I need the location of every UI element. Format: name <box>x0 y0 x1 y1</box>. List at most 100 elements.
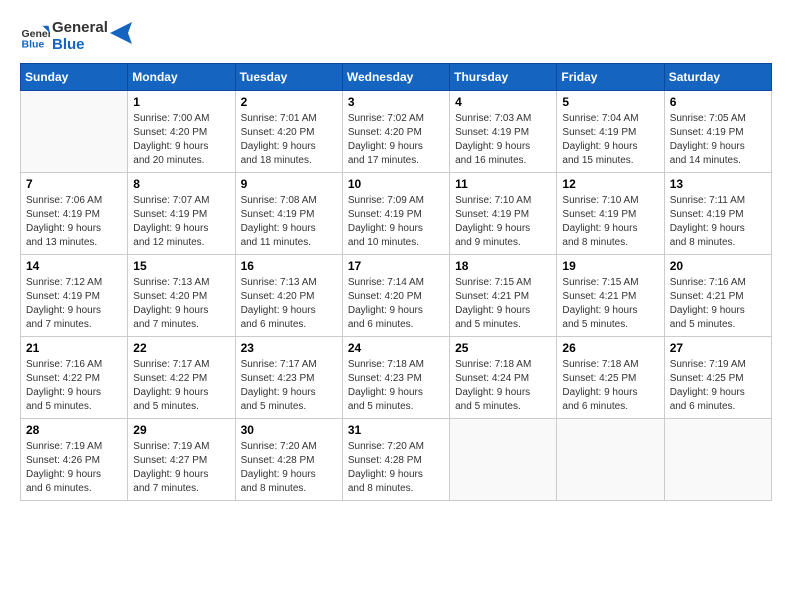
calendar-cell: 8 Sunrise: 7:07 AMSunset: 4:19 PMDaylight… <box>128 173 235 255</box>
day-info: Sunrise: 7:01 AMSunset: 4:20 PMDaylight:… <box>241 112 337 168</box>
calendar-cell: 5 Sunrise: 7:04 AMSunset: 4:19 PMDaylight… <box>557 91 664 173</box>
weekday-header-monday: Monday <box>128 64 235 91</box>
day-info: Sunrise: 7:10 AMSunset: 4:19 PMDaylight:… <box>562 194 658 250</box>
weekday-header-sunday: Sunday <box>21 64 128 91</box>
calendar-cell: 11Sunrise: 7:10 AMSunset: 4:19 PMDayligh… <box>450 173 557 255</box>
calendar-cell: 28 Sunrise: 7:19 AMSunset: 4:26 PMDayligh… <box>21 419 128 501</box>
calendar-cell: 1Sunrise: 7:00 AMSunset: 4:20 PMDaylight… <box>128 91 235 173</box>
day-number: 23 <box>241 341 337 355</box>
day-number: 6 <box>670 95 766 109</box>
day-info: Sunrise: 7:19 AMSunset: 4:27 PMDaylight:… <box>133 440 229 496</box>
calendar-cell: 6 Sunrise: 7:05 AMSunset: 4:19 PMDaylight… <box>664 91 771 173</box>
day-info: Sunrise: 7:19 AMSunset: 4:26 PMDaylight:… <box>26 440 122 496</box>
calendar-cell: 31 Sunrise: 7:20 AMSunset: 4:28 PMDayligh… <box>342 419 449 501</box>
day-number: 10 <box>348 177 444 191</box>
calendar-body: 1Sunrise: 7:00 AMSunset: 4:20 PMDaylight… <box>21 91 772 501</box>
day-number: 17 <box>348 259 444 273</box>
day-info: Sunrise: 7:04 AMSunset: 4:19 PMDaylight:… <box>562 112 658 168</box>
calendar-cell: 2 Sunrise: 7:01 AMSunset: 4:20 PMDaylight… <box>235 91 342 173</box>
day-info: Sunrise: 7:09 AMSunset: 4:19 PMDaylight:… <box>348 194 444 250</box>
day-number: 15 <box>133 259 229 273</box>
day-number: 27 <box>670 341 766 355</box>
day-number: 16 <box>241 259 337 273</box>
day-number: 30 <box>241 423 337 437</box>
day-number: 24 <box>348 341 444 355</box>
day-number: 21 <box>26 341 122 355</box>
day-info: Sunrise: 7:08 AMSunset: 4:19 PMDaylight:… <box>241 194 337 250</box>
calendar-week-row: 28 Sunrise: 7:19 AMSunset: 4:26 PMDayligh… <box>21 419 772 501</box>
calendar-cell: 14Sunrise: 7:12 AMSunset: 4:19 PMDayligh… <box>21 255 128 337</box>
logo: General Blue General Blue <box>20 20 132 53</box>
day-info: Sunrise: 7:15 AMSunset: 4:21 PMDaylight:… <box>455 276 551 332</box>
day-number: 28 <box>26 423 122 437</box>
day-info: Sunrise: 7:20 AMSunset: 4:28 PMDaylight:… <box>241 440 337 496</box>
calendar-cell <box>664 419 771 501</box>
calendar-cell: 18Sunrise: 7:15 AMSunset: 4:21 PMDayligh… <box>450 255 557 337</box>
day-info: Sunrise: 7:13 AMSunset: 4:20 PMDaylight:… <box>133 276 229 332</box>
day-number: 8 <box>133 177 229 191</box>
calendar-week-row: 7 Sunrise: 7:06 AMSunset: 4:19 PMDaylight… <box>21 173 772 255</box>
day-info: Sunrise: 7:00 AMSunset: 4:20 PMDaylight:… <box>133 112 229 168</box>
day-info: Sunrise: 7:06 AMSunset: 4:19 PMDaylight:… <box>26 194 122 250</box>
day-info: Sunrise: 7:16 AMSunset: 4:22 PMDaylight:… <box>26 358 122 414</box>
calendar-cell: 20 Sunrise: 7:16 AMSunset: 4:21 PMDayligh… <box>664 255 771 337</box>
day-number: 2 <box>241 95 337 109</box>
calendar-cell: 21 Sunrise: 7:16 AMSunset: 4:22 PMDayligh… <box>21 337 128 419</box>
calendar-cell: 25 Sunrise: 7:18 AMSunset: 4:24 PMDayligh… <box>450 337 557 419</box>
day-info: Sunrise: 7:20 AMSunset: 4:28 PMDaylight:… <box>348 440 444 496</box>
calendar-cell: 16 Sunrise: 7:13 AMSunset: 4:20 PMDayligh… <box>235 255 342 337</box>
day-info: Sunrise: 7:17 AMSunset: 4:22 PMDaylight:… <box>133 358 229 414</box>
calendar-table: SundayMondayTuesdayWednesdayThursdayFrid… <box>20 63 772 501</box>
calendar-cell: 13Sunrise: 7:11 AMSunset: 4:19 PMDayligh… <box>664 173 771 255</box>
calendar-cell <box>557 419 664 501</box>
day-info: Sunrise: 7:18 AMSunset: 4:23 PMDaylight:… <box>348 358 444 414</box>
calendar-cell: 10 Sunrise: 7:09 AMSunset: 4:19 PMDayligh… <box>342 173 449 255</box>
weekday-header-row: SundayMondayTuesdayWednesdayThursdayFrid… <box>21 64 772 91</box>
day-number: 11 <box>455 177 551 191</box>
calendar-cell: 23 Sunrise: 7:17 AMSunset: 4:23 PMDayligh… <box>235 337 342 419</box>
day-number: 29 <box>133 423 229 437</box>
weekday-header-friday: Friday <box>557 64 664 91</box>
calendar-cell: 22 Sunrise: 7:17 AMSunset: 4:22 PMDayligh… <box>128 337 235 419</box>
day-number: 12 <box>562 177 658 191</box>
day-info: Sunrise: 7:14 AMSunset: 4:20 PMDaylight:… <box>348 276 444 332</box>
day-number: 7 <box>26 177 122 191</box>
day-info: Sunrise: 7:07 AMSunset: 4:19 PMDaylight:… <box>133 194 229 250</box>
day-info: Sunrise: 7:18 AMSunset: 4:25 PMDaylight:… <box>562 358 658 414</box>
weekday-header-thursday: Thursday <box>450 64 557 91</box>
calendar-cell: 3 Sunrise: 7:02 AMSunset: 4:20 PMDaylight… <box>342 91 449 173</box>
day-info: Sunrise: 7:19 AMSunset: 4:25 PMDaylight:… <box>670 358 766 414</box>
day-info: Sunrise: 7:18 AMSunset: 4:24 PMDaylight:… <box>455 358 551 414</box>
day-info: Sunrise: 7:16 AMSunset: 4:21 PMDaylight:… <box>670 276 766 332</box>
calendar-cell: 26Sunrise: 7:18 AMSunset: 4:25 PMDayligh… <box>557 337 664 419</box>
day-number: 3 <box>348 95 444 109</box>
day-number: 31 <box>348 423 444 437</box>
weekday-header-saturday: Saturday <box>664 64 771 91</box>
calendar-cell <box>450 419 557 501</box>
logo-general: General <box>52 20 108 37</box>
calendar-cell: 17 Sunrise: 7:14 AMSunset: 4:20 PMDayligh… <box>342 255 449 337</box>
weekday-header-tuesday: Tuesday <box>235 64 342 91</box>
header: General Blue General Blue <box>20 20 772 53</box>
calendar-week-row: 21 Sunrise: 7:16 AMSunset: 4:22 PMDayligh… <box>21 337 772 419</box>
day-number: 4 <box>455 95 551 109</box>
day-info: Sunrise: 7:05 AMSunset: 4:19 PMDaylight:… <box>670 112 766 168</box>
day-info: Sunrise: 7:02 AMSunset: 4:20 PMDaylight:… <box>348 112 444 168</box>
calendar-week-row: 1Sunrise: 7:00 AMSunset: 4:20 PMDaylight… <box>21 91 772 173</box>
day-info: Sunrise: 7:03 AMSunset: 4:19 PMDaylight:… <box>455 112 551 168</box>
day-info: Sunrise: 7:12 AMSunset: 4:19 PMDaylight:… <box>26 276 122 332</box>
calendar-cell: 27 Sunrise: 7:19 AMSunset: 4:25 PMDayligh… <box>664 337 771 419</box>
day-number: 20 <box>670 259 766 273</box>
calendar-cell: 30 Sunrise: 7:20 AMSunset: 4:28 PMDayligh… <box>235 419 342 501</box>
calendar-cell: 9Sunrise: 7:08 AMSunset: 4:19 PMDaylight… <box>235 173 342 255</box>
calendar-cell: 7 Sunrise: 7:06 AMSunset: 4:19 PMDaylight… <box>21 173 128 255</box>
logo-arrow-icon <box>110 22 132 44</box>
calendar-cell: 29 Sunrise: 7:19 AMSunset: 4:27 PMDayligh… <box>128 419 235 501</box>
svg-text:Blue: Blue <box>22 38 45 50</box>
day-info: Sunrise: 7:13 AMSunset: 4:20 PMDaylight:… <box>241 276 337 332</box>
day-number: 5 <box>562 95 658 109</box>
calendar-cell: 15 Sunrise: 7:13 AMSunset: 4:20 PMDayligh… <box>128 255 235 337</box>
day-number: 22 <box>133 341 229 355</box>
day-info: Sunrise: 7:17 AMSunset: 4:23 PMDaylight:… <box>241 358 337 414</box>
day-number: 25 <box>455 341 551 355</box>
